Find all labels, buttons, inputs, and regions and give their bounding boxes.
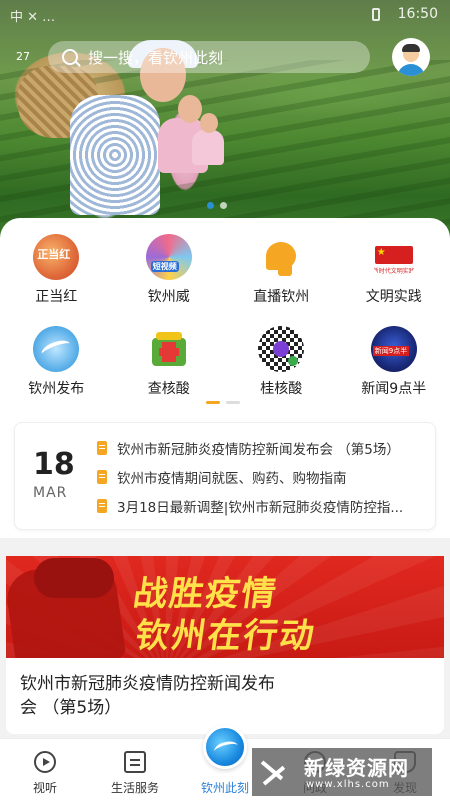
news-item[interactable]: 3月18日最新调整|钦州市新冠肺炎疫情防控指... xyxy=(97,491,427,520)
quick-link-live-qinzhou[interactable]: 直播钦州 xyxy=(225,234,338,316)
user-avatar[interactable] xyxy=(392,38,430,76)
search-placeholder: 搜一搜，看钦州此刻 xyxy=(88,48,224,67)
quick-link-check-nucleic[interactable]: 查核酸 xyxy=(113,326,226,408)
quick-link-gui-nucleic[interactable]: 桂核酸 xyxy=(225,326,338,408)
tea-picker-woman-image xyxy=(70,95,160,215)
site-watermark: 新绿资源网 www.xlhs.com xyxy=(252,748,432,796)
fist-knuckles xyxy=(34,558,114,598)
grid-page-1[interactable] xyxy=(206,401,220,404)
tab-label: 生活服务 xyxy=(110,781,159,795)
quick-link-civilization[interactable]: ★ 新时代文明实践 文明实践 xyxy=(338,234,450,316)
tab-label: 视听 xyxy=(32,781,57,795)
news-date-month: MAR xyxy=(33,485,68,501)
quick-link-label: 新闻9点半 xyxy=(361,381,427,397)
article-card[interactable]: 钦州市新冠肺炎疫情防控新闻发布会 （第5场） xyxy=(6,658,444,734)
qr-center xyxy=(273,341,290,357)
tab-label: 钦州此刻 xyxy=(200,781,249,795)
news-item-title: 3月18日最新调整|钦州市新冠肺炎疫情防控指... xyxy=(117,499,404,516)
quick-link-qinzhou-release[interactable]: 钦州发布 xyxy=(0,326,113,408)
watermark-logo-icon xyxy=(260,756,294,788)
avatar-hair xyxy=(402,44,420,52)
star-icon: ★ xyxy=(376,247,386,258)
play-icon xyxy=(34,751,56,773)
kit-lid xyxy=(155,332,182,340)
campaign-banner[interactable]: 战胜疫情 钦州在行动 xyxy=(6,556,444,658)
grid-pagination xyxy=(206,401,240,404)
zhengdanghong-icon-text: 正当红 xyxy=(37,248,71,261)
hero-pagination xyxy=(207,202,227,209)
news-icon-text: 新闻9点半 xyxy=(372,346,410,356)
shell-base xyxy=(278,258,293,276)
tea-picker-girl-face xyxy=(178,95,202,123)
news-item[interactable]: 钦州市新冠肺炎疫情防控新闻发布会 （第5场） xyxy=(97,433,427,462)
news-item-title: 钦州市新冠肺炎疫情防控新闻发布会 （第5场） xyxy=(117,441,400,458)
quick-link-label: 钦州威 xyxy=(147,289,190,305)
document-icon xyxy=(97,498,107,513)
status-bar-left: 中 ✕ … xyxy=(10,10,56,25)
tea-picker-girl2-image xyxy=(192,130,224,165)
battery-icon xyxy=(372,8,380,21)
release-swoosh xyxy=(39,337,73,361)
hero-banner[interactable]: 中 ✕ … 16:50 27 搜一搜，看钦州此刻 xyxy=(0,0,450,245)
quick-link-label: 钦州发布 xyxy=(28,381,85,397)
tab-life-service[interactable]: 生活服务 xyxy=(90,739,180,800)
avatar-shirt xyxy=(397,64,425,76)
quick-link-zhengdanghong[interactable]: 正当红 正当红 xyxy=(0,234,113,316)
qinzhou-now-icon xyxy=(203,725,247,769)
qinzhouwei-icon-text: 短视频 xyxy=(150,261,179,272)
quick-link-label: 文明实践 xyxy=(365,289,422,305)
life-service-icon xyxy=(124,751,146,773)
tea-picker-girl2-face xyxy=(200,113,218,133)
qr-badge xyxy=(288,356,299,366)
qinzhou-release-icon xyxy=(33,326,80,372)
search-icon xyxy=(62,49,78,65)
news-item[interactable]: 钦州市疫情期间就医、购药、购物指南 xyxy=(97,462,427,491)
daily-news-card: 18 MAR 钦州市新冠肺炎疫情防控新闻发布会 （第5场） 钦州市疫情期间就医、… xyxy=(14,422,436,530)
qr-code-icon xyxy=(258,326,305,372)
civilization-icon-text: 新时代文明实践 xyxy=(372,268,415,275)
live-shell-icon xyxy=(258,234,304,280)
banner-slogan-line2: 钦州在行动 xyxy=(132,616,319,656)
app-screen: 中 ✕ … 16:50 27 搜一搜，看钦州此刻 正当红 正当红 短视频 钦州威… xyxy=(0,0,450,800)
quick-link-label: 桂核酸 xyxy=(260,381,303,397)
quick-link-news-930[interactable]: 新闻9点半 新闻9点半 xyxy=(338,326,450,408)
tab-shiting[interactable]: 视听 xyxy=(0,739,90,800)
watermark-url: www.xlhs.com xyxy=(306,779,390,790)
hero-side-number: 27 xyxy=(16,50,30,63)
quick-link-grid: 正当红 正当红 短视频 钦州威 直播钦州 ★ 新时代文明实践 文明实践 钦州发布 xyxy=(0,234,450,408)
civilization-flag-icon: ★ 新时代文明实践 xyxy=(371,234,417,280)
quick-link-label: 直播钦州 xyxy=(253,289,310,305)
watermark-title: 新绿资源网 xyxy=(304,756,409,780)
news-930-icon: 新闻9点半 xyxy=(370,326,417,372)
quick-link-label: 查核酸 xyxy=(147,381,190,397)
news-list: 钦州市新冠肺炎疫情防控新闻发布会 （第5场） 钦州市疫情期间就医、购药、购物指南… xyxy=(97,433,427,520)
zhengdanghong-icon: 正当红 xyxy=(33,234,80,280)
search-bar[interactable]: 搜一搜，看钦州此刻 xyxy=(48,41,370,73)
hero-dot-1[interactable] xyxy=(207,202,214,209)
article-title: 钦州市新冠肺炎疫情防控新闻发布会 （第5场） xyxy=(20,674,275,718)
kit-cross-h xyxy=(158,348,179,356)
medical-kit-icon xyxy=(146,326,192,372)
quick-link-qinzhouwei[interactable]: 短视频 钦州威 xyxy=(113,234,226,316)
news-item-title: 钦州市疫情期间就医、购药、购物指南 xyxy=(117,470,347,487)
content-panel: 正当红 正当红 短视频 钦州威 直播钦州 ★ 新时代文明实践 文明实践 钦州发布 xyxy=(0,218,450,538)
news-date-day: 18 xyxy=(33,447,75,482)
document-icon xyxy=(97,440,107,455)
document-icon xyxy=(97,469,107,484)
qinzhouwei-icon: 短视频 xyxy=(145,234,192,280)
hero-dot-2[interactable] xyxy=(220,202,227,209)
quick-link-label: 正当红 xyxy=(35,289,78,305)
grid-page-2[interactable] xyxy=(226,401,240,404)
status-time: 16:50 xyxy=(397,6,438,22)
